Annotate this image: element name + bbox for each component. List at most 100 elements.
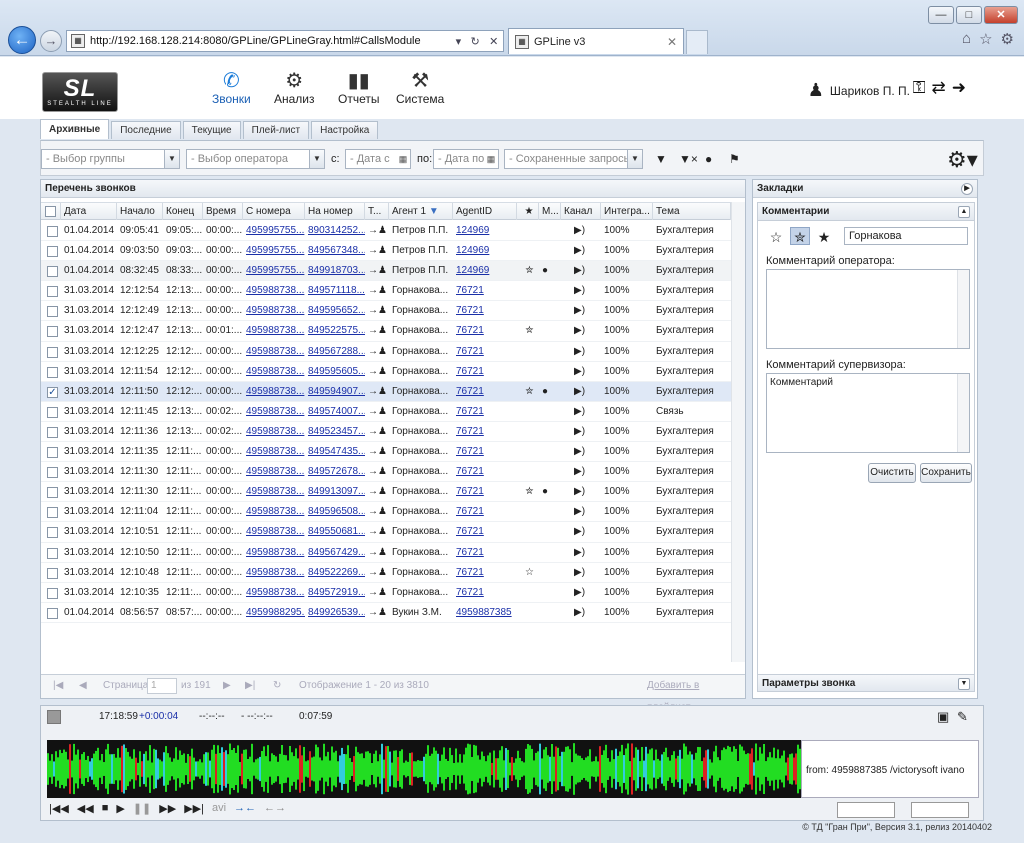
speaker-icon[interactable]: ▶) — [571, 241, 595, 261]
cell-to-link[interactable]: 849567348... — [305, 241, 365, 261]
cell-to-link[interactable]: 849595652... — [305, 301, 365, 321]
table-row[interactable]: 01.04.2014 08:32:45 08:33:... 00:00:... 4959… — [41, 261, 731, 282]
cell-agentid-link[interactable]: 76721 — [453, 522, 517, 542]
table-row[interactable]: 31.03.2014 12:11:30 12:11:... 00:00:... 4959… — [41, 482, 731, 503]
cell-to-link[interactable]: 849547435... — [305, 442, 365, 462]
cell-from-link[interactable]: 495988738... — [243, 402, 305, 422]
cell-from-link[interactable]: 495995755... — [243, 221, 305, 241]
stop-icon[interactable]: ✕ — [489, 35, 498, 48]
col-duration[interactable]: Время — [203, 203, 243, 220]
record-stop-icon[interactable] — [47, 710, 61, 724]
star-slot[interactable] — [517, 543, 539, 563]
save-button[interactable]: Сохранить — [920, 463, 972, 483]
cell-from-link[interactable]: 495995755... — [243, 261, 305, 281]
table-row[interactable]: 01.04.2014 08:56:57 08:57:... 00:00:... 4959… — [41, 603, 731, 623]
col-integral[interactable]: Интегра... — [601, 203, 653, 220]
tab-recent[interactable]: Последние — [111, 121, 181, 139]
cell-to-link[interactable]: 849571118... — [305, 281, 365, 301]
cell-to-link[interactable]: 849574007... — [305, 402, 365, 422]
volume-slider[interactable] — [837, 802, 895, 818]
row-checkbox[interactable] — [47, 266, 58, 278]
speaker-icon[interactable]: ▶) — [571, 603, 595, 623]
row-checkbox[interactable] — [47, 306, 58, 318]
col-end[interactable]: Конец — [163, 203, 203, 220]
cell-agentid-link[interactable]: 76721 — [453, 422, 517, 442]
star-slot[interactable] — [517, 583, 539, 603]
cell-from-link[interactable]: 495995755... — [243, 241, 305, 261]
col-date[interactable]: Дата — [61, 203, 117, 220]
speaker-icon[interactable]: ▶) — [571, 342, 595, 362]
filter-icon[interactable]: ▼ — [655, 152, 667, 166]
star-half-icon[interactable]: ✮ — [517, 321, 539, 341]
calendar-icon[interactable]: ▦ — [396, 150, 410, 168]
star-half-icon[interactable]: ✮ — [517, 482, 539, 502]
speed-slider[interactable] — [911, 802, 969, 818]
row-checkbox[interactable] — [47, 326, 58, 338]
supervisor-comment-textarea[interactable]: Комментарий — [766, 373, 970, 453]
table-row[interactable]: 01.04.2014 09:03:50 09:03:... 00:00:... 4959… — [41, 241, 731, 262]
maximize-icon[interactable]: □ — [956, 6, 982, 24]
speaker-icon[interactable]: ▶) — [571, 502, 595, 522]
speaker-icon[interactable]: ▶) — [571, 442, 595, 462]
speaker-icon[interactable]: ▶) — [571, 422, 595, 442]
star-slot[interactable] — [517, 241, 539, 261]
cell-from-link[interactable]: 495988738... — [243, 522, 305, 542]
cell-to-link[interactable]: 849918703... — [305, 261, 365, 281]
cell-agentid-link[interactable]: 76721 — [453, 321, 517, 341]
cell-agentid-link[interactable]: 76721 — [453, 583, 517, 603]
clear-button[interactable]: Очистить — [868, 463, 916, 483]
row-checkbox[interactable] — [47, 447, 58, 459]
star-half-icon[interactable]: ✮ — [517, 382, 539, 402]
saved-queries-select[interactable]: - Сохраненные запросы ▼ — [504, 149, 643, 169]
table-row[interactable]: ✓ 31.03.2014 12:11:50 12:12:... 00:00:... 495… — [41, 381, 731, 402]
tab-close-icon[interactable]: ✕ — [667, 35, 677, 49]
avi-button[interactable]: avi — [212, 802, 226, 815]
speaker-icon[interactable]: ▶) — [571, 543, 595, 563]
cell-to-link[interactable]: 890314252... — [305, 221, 365, 241]
speaker-icon[interactable]: ▶) — [571, 362, 595, 382]
table-row[interactable]: 31.03.2014 12:11:45 12:13:... 00:02:... 4959… — [41, 402, 731, 422]
row-checkbox[interactable] — [47, 507, 58, 519]
group-select[interactable]: - Выбор группы ▼ — [41, 149, 180, 169]
chevron-down-icon[interactable]: ▼ — [958, 678, 970, 690]
star-slot[interactable] — [517, 402, 539, 422]
menu-calls[interactable]: ✆ Звонки — [212, 70, 251, 106]
page-input[interactable]: 1 — [147, 678, 177, 694]
cell-agentid-link[interactable]: 76721 — [453, 502, 517, 522]
speaker-icon[interactable]: ▶) — [571, 522, 595, 542]
dropdown-icon[interactable]: ▾ — [456, 35, 462, 48]
speaker-icon[interactable]: ▶) — [571, 563, 595, 583]
fast-forward-icon[interactable]: ▶▶ — [159, 802, 176, 815]
cell-agentid-link[interactable]: 124969 — [453, 241, 517, 261]
cell-to-link[interactable]: 849567288... — [305, 342, 365, 362]
table-row[interactable]: 31.03.2014 12:11:54 12:12:... 00:00:... 4959… — [41, 362, 731, 382]
cell-from-link[interactable]: 495988738... — [243, 281, 305, 301]
col-topic[interactable]: Тема — [653, 203, 731, 220]
row-checkbox[interactable] — [47, 547, 58, 559]
speaker-icon[interactable]: ▶) — [571, 482, 595, 502]
cell-from-link[interactable]: 495988738... — [243, 543, 305, 563]
row-checkbox[interactable] — [47, 426, 58, 438]
browser-tab[interactable]: ▦ GPLine v3 ✕ — [508, 28, 684, 54]
table-row[interactable]: 31.03.2014 12:10:48 12:11:... 00:00:... 4959… — [41, 563, 731, 583]
table-row[interactable]: 31.03.2014 12:11:35 12:11:... 00:00:... 4959… — [41, 442, 731, 463]
cell-from-link[interactable]: 495988738... — [243, 482, 305, 502]
calendar-icon[interactable]: ▦ — [484, 150, 498, 168]
close-icon[interactable]: ✕ — [984, 6, 1018, 24]
cell-from-link[interactable]: 495988738... — [243, 462, 305, 482]
cell-from-link[interactable]: 495988738... — [243, 583, 305, 603]
address-bar[interactable]: ▦ http://192.168.128.214:8080/GPLine/GPL… — [66, 30, 504, 52]
tab-settings[interactable]: Настройка — [311, 121, 379, 139]
cell-agentid-link[interactable]: 76721 — [453, 362, 517, 382]
col-agentid[interactable]: AgentID — [453, 203, 517, 220]
cell-agentid-link[interactable]: 124969 — [453, 261, 517, 281]
url-text[interactable]: http://192.168.128.214:8080/GPLine/GPLin… — [90, 35, 451, 47]
cell-agentid-link[interactable]: 76721 — [453, 301, 517, 321]
cell-from-link[interactable]: 495988738... — [243, 422, 305, 442]
flag-icon[interactable]: ⚑ — [729, 152, 740, 166]
cell-agentid-link[interactable]: 76721 — [453, 382, 517, 402]
cell-agentid-link[interactable]: 4959887385 — [453, 603, 517, 623]
speaker-icon[interactable]: ▶) — [571, 402, 595, 422]
refresh-icon[interactable]: ↻ — [273, 675, 281, 697]
row-checkbox[interactable] — [47, 467, 58, 479]
